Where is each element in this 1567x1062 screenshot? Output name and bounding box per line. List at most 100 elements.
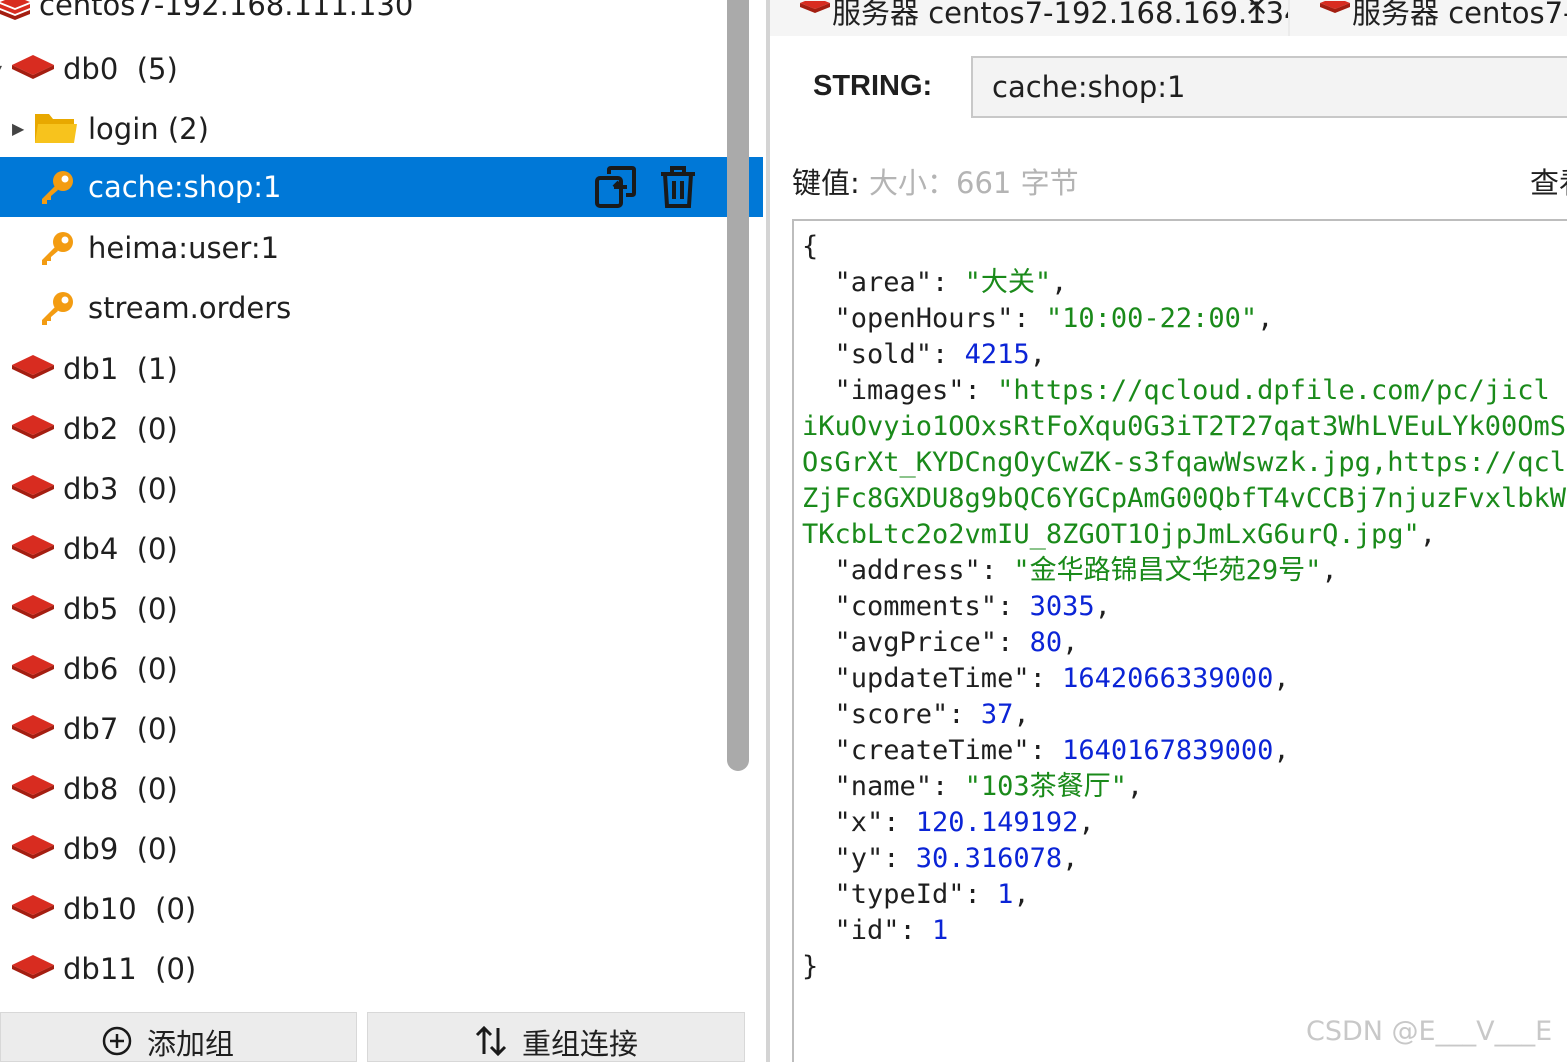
redis-db-icon (12, 535, 54, 563)
json-line: "updateTime": 1642066339000, (802, 661, 1566, 697)
db-row-db8[interactable]: db8 (0) (0, 759, 763, 819)
json-string-token: "https://qcloud.dpfile.com/pc/jicl (997, 375, 1550, 406)
redis-db-icon (12, 415, 54, 443)
db-label: db5 (0) (63, 592, 178, 626)
db-row-db4[interactable]: db4 (0) (0, 519, 763, 579)
db-row-db5[interactable]: db5 (0) (0, 579, 763, 639)
json-key-token: "id": (802, 915, 933, 946)
json-line: } (802, 949, 1566, 985)
db-row-db0[interactable]: ▾ db0 (5) (0, 39, 763, 99)
db-row-db10[interactable]: db10 (0) (0, 879, 763, 939)
value-label: 键值: (792, 166, 860, 200)
key-icon (38, 169, 76, 211)
key-icon (38, 230, 76, 272)
close-tab-icon[interactable]: × (1244, 0, 1269, 23)
redis-db-icon (12, 355, 54, 383)
watermark-text: CSDN @E___V___E (1306, 1016, 1553, 1047)
server-tab-bar: 服务器 centos7-192.168.169.134 × 服务器 centos… (770, 0, 1567, 36)
json-punct-token: , (1013, 699, 1030, 730)
redis-db-icon (12, 55, 54, 83)
redis-db-icon (12, 775, 54, 803)
key-label: stream.orders (88, 291, 292, 325)
json-punct-token: , (1062, 843, 1079, 874)
json-string-token: iKuOvyio1OOxsRtFoXqu0G3iT2T27qat3WhLVEuL… (802, 411, 1567, 442)
key-icon (38, 290, 76, 332)
folder-row-login[interactable]: ▶ login (2) (0, 99, 763, 159)
db-label: db8 (0) (63, 772, 178, 806)
tab-label: 服务器 centos7- (1352, 0, 1567, 30)
json-string-token: "金华路锦昌文华苑29号" (1013, 555, 1322, 586)
db-row-db2[interactable]: db2 (0) (0, 399, 763, 459)
sort-arrows-icon (474, 1025, 508, 1061)
redis-db-icon (12, 835, 54, 863)
redis-server-icon (1320, 0, 1350, 19)
view-as-label[interactable]: 查看 (1530, 160, 1567, 202)
collapsed-caret-icon[interactable]: ▶ (12, 119, 24, 138)
tree-scrollbar[interactable] (727, 0, 749, 771)
expanded-caret-icon[interactable]: ▾ (0, 59, 2, 78)
db-label: db7 (0) (63, 712, 178, 746)
value-editor[interactable]: { "area": "大关", "openHours": "10:00-22:0… (792, 219, 1567, 1062)
json-punct-token: , (1321, 555, 1338, 586)
db-row-db11[interactable]: db11 (0) (0, 939, 763, 999)
folder-icon (34, 110, 78, 150)
db-label: db2 (0) (63, 412, 178, 446)
server-tab-active[interactable]: 服务器 centos7-192.168.169.134 × (770, 0, 1288, 36)
redis-db-icon (12, 595, 54, 623)
redis-server-icon (800, 0, 830, 19)
json-number-token: 120.149192 (915, 807, 1079, 838)
json-punct-token: , (1062, 627, 1079, 658)
json-punct-token: , (1029, 339, 1046, 370)
copy-key-icon[interactable] (594, 165, 638, 209)
server-tab[interactable]: 服务器 centos7- (1290, 0, 1567, 36)
key-row-heima-user-1[interactable]: heima:user:1 (0, 218, 763, 278)
json-line: TKcbLtc2o2vmIU_8ZGOT1OjpJmLxG6urQ.jpg", (802, 517, 1566, 553)
tab-label: 服务器 centos7-192.168.169.134 (832, 0, 1288, 30)
json-line: "area": "大关", (802, 265, 1566, 301)
json-punct-token: , (1273, 735, 1290, 766)
json-key-token: "area": (802, 267, 965, 298)
db-row-db1[interactable]: db1 (1) (0, 339, 763, 399)
json-number-token: 37 (980, 699, 1014, 730)
redis-db-icon (12, 955, 54, 983)
add-group-button[interactable]: 添加组 (0, 1012, 357, 1062)
add-circle-icon (101, 1025, 133, 1061)
key-label: cache:shop:1 (88, 170, 282, 204)
db-label: db11 (0) (63, 952, 197, 986)
json-key-token: "comments": (802, 591, 1030, 622)
json-key-token: "score": (802, 699, 981, 730)
regroup-connections-button[interactable]: 重组连接 (367, 1012, 745, 1062)
db-row-db7[interactable]: db7 (0) (0, 699, 763, 759)
key-detail-panel: 服务器 centos7-192.168.169.134 × 服务器 centos… (770, 0, 1567, 1062)
json-number-token: 80 (1029, 627, 1063, 658)
json-punct-token: , (1013, 879, 1030, 910)
db-row-db6[interactable]: db6 (0) (0, 639, 763, 699)
json-key-token: "y": (802, 843, 916, 874)
json-line: { (802, 229, 1566, 265)
db-row-db3[interactable]: db3 (0) (0, 459, 763, 519)
db-label: db10 (0) (63, 892, 197, 926)
db-row-db9[interactable]: db9 (0) (0, 819, 763, 879)
json-punct-token: , (1273, 663, 1290, 694)
json-line: ZjFc8GXDU8g9bQC6YGCpAmG00QbfT4vCCBj7njuz… (802, 481, 1566, 517)
json-string-token: "大关" (964, 267, 1052, 298)
key-name-input[interactable]: cache:shop:1 (971, 56, 1567, 118)
delete-key-icon[interactable] (658, 165, 702, 209)
redis-db-icon (12, 895, 54, 923)
json-line: "openHours": "10:00-22:00", (802, 301, 1566, 337)
regroup-label: 重组连接 (522, 1027, 639, 1061)
connection-row[interactable]: centos7-192.168.111.130 (0, 0, 763, 32)
json-number-token: 4215 (964, 339, 1030, 370)
redis-server-icon (0, 0, 30, 32)
key-row-cache-shop-1[interactable]: cache:shop:1 (0, 157, 763, 217)
value-info: 键值: 大小：661 字节 (792, 160, 1079, 202)
json-key-token: "x": (802, 807, 916, 838)
json-line: "comments": 3035, (802, 589, 1566, 625)
json-line: "avgPrice": 80, (802, 625, 1566, 661)
json-line: "address": "金华路锦昌文华苑29号", (802, 553, 1566, 589)
json-number-token: 1 (932, 915, 949, 946)
key-row-stream-orders[interactable]: stream.orders (0, 278, 763, 338)
json-punct-token: , (1126, 771, 1144, 802)
json-line: iKuOvyio1OOxsRtFoXqu0G3iT2T27qat3WhLVEuL… (802, 409, 1566, 445)
json-string-token: ZjFc8GXDU8g9bQC6YGCpAmG00QbfT4vCCBj7njuz… (802, 483, 1567, 514)
